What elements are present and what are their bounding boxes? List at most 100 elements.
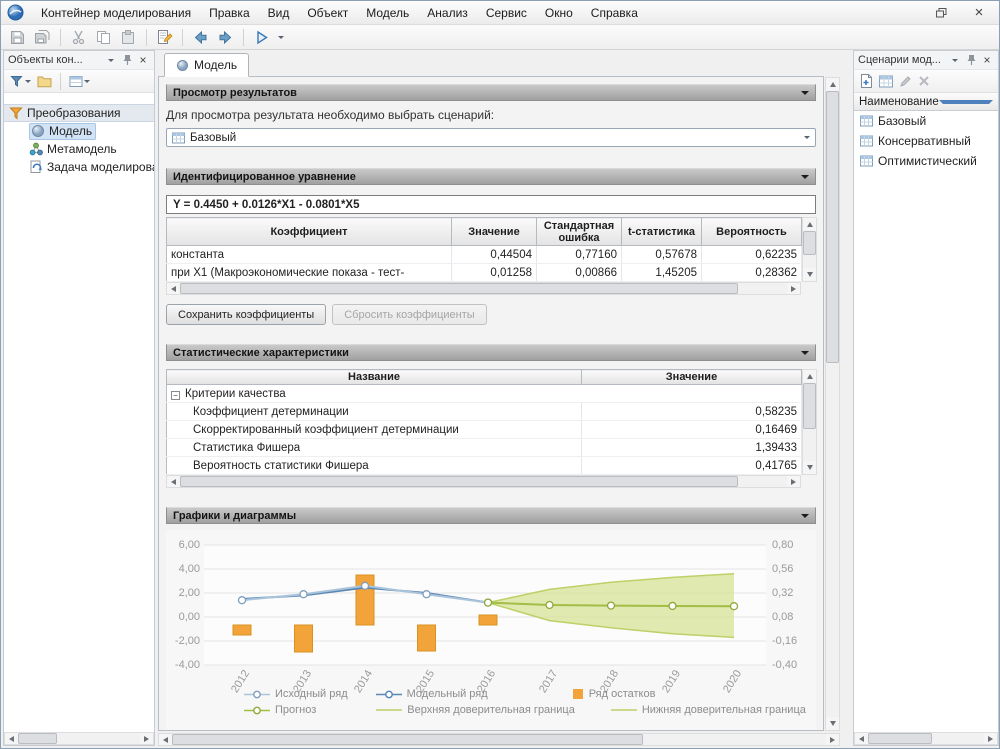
equation-table-vscrollbar[interactable]	[802, 217, 817, 282]
folder-button[interactable]	[35, 72, 54, 91]
scroll-down-button[interactable]	[803, 461, 816, 474]
back-button[interactable]	[189, 27, 212, 48]
arrow-right-icon	[791, 286, 796, 292]
section-header-equation[interactable]: Идентифицированное уравнение	[166, 168, 816, 185]
main-hscrollbar[interactable]	[158, 733, 840, 746]
section-header-charts[interactable]: Графики и диаграммы	[166, 507, 816, 524]
section-header-results[interactable]: Просмотр результатов	[166, 84, 816, 101]
table-row[interactable]: при X1 (Макроэкономические показа - тест…	[167, 264, 802, 282]
menu-window[interactable]: Окно	[536, 3, 582, 23]
panel-menu-button[interactable]	[104, 53, 118, 67]
menu-analysis[interactable]: Анализ	[418, 3, 477, 23]
scroll-thumb[interactable]	[180, 476, 738, 487]
scenario-item-base[interactable]: Базовый	[854, 111, 998, 131]
run-dropdown-button[interactable]	[275, 27, 287, 48]
scroll-right-button[interactable]	[787, 476, 800, 487]
filter-button[interactable]	[8, 72, 33, 91]
table-row[interactable]: константа 0,44504 0,77160 0,57678 0,6223…	[167, 246, 802, 264]
scroll-track[interactable]	[868, 733, 984, 744]
scroll-thumb[interactable]	[803, 383, 816, 429]
scroll-track[interactable]	[826, 91, 839, 717]
new-scenario-button[interactable]	[858, 72, 875, 91]
menu-help[interactable]: Справка	[582, 3, 647, 23]
table-row[interactable]: Статистика Фишера 1,39433	[167, 439, 802, 457]
scroll-up-button[interactable]	[803, 370, 816, 383]
scroll-track[interactable]	[18, 733, 140, 744]
collapse-expander-icon[interactable]: −	[171, 391, 180, 400]
tree-node-modeling-task[interactable]: Задача моделирования	[4, 158, 154, 176]
scroll-thumb[interactable]	[172, 734, 643, 745]
tree-node-metamodel[interactable]: Метамодель	[4, 140, 154, 158]
main-vscrollbar[interactable]	[825, 77, 840, 731]
scroll-left-button[interactable]	[5, 733, 18, 744]
cut-button[interactable]	[67, 27, 90, 48]
menu-edit[interactable]: Правка	[200, 3, 259, 23]
scroll-thumb[interactable]	[826, 91, 839, 363]
panel-close-button[interactable]: ×	[980, 53, 994, 67]
right-panel-hscrollbar[interactable]	[854, 732, 998, 745]
menu-service[interactable]: Сервис	[477, 3, 536, 23]
panel-close-button[interactable]: ×	[136, 53, 150, 67]
delete-scenario-button[interactable]	[916, 72, 932, 91]
reset-coefficients-button[interactable]: Сбросить коэффициенты	[332, 304, 486, 325]
scenario-item-optimistic[interactable]: Оптимистический	[854, 151, 998, 171]
save-all-button[interactable]	[31, 27, 54, 48]
scenario-select[interactable]: Базовый	[166, 128, 816, 147]
run-button[interactable]	[250, 27, 273, 48]
scroll-down-button[interactable]	[826, 717, 839, 730]
scroll-left-button[interactable]	[167, 283, 180, 294]
scroll-track[interactable]	[180, 283, 787, 294]
scroll-up-button[interactable]	[803, 218, 816, 231]
paste-button[interactable]	[117, 27, 140, 48]
section-header-stats[interactable]: Статистические характеристики	[166, 344, 816, 361]
group-row[interactable]: −Критерии качества	[167, 385, 802, 403]
scroll-thumb[interactable]	[18, 733, 57, 744]
panel-menu-button[interactable]	[948, 53, 962, 67]
scroll-right-button[interactable]	[140, 733, 153, 744]
scroll-thumb[interactable]	[868, 733, 932, 744]
menu-container[interactable]: Контейнер моделирования	[32, 3, 200, 23]
left-panel-hscrollbar[interactable]	[4, 732, 154, 745]
arrow-right-icon	[830, 737, 835, 743]
table-row[interactable]: Вероятность статистики Фишера 0,41765	[167, 457, 802, 475]
scenario-column-header[interactable]: Наименование	[854, 93, 998, 111]
restore-button[interactable]	[931, 4, 951, 21]
pin-button[interactable]	[964, 53, 978, 67]
scroll-right-button[interactable]	[984, 733, 997, 744]
table-row[interactable]: Скорректированный коэффициент детерминац…	[167, 421, 802, 439]
scroll-down-button[interactable]	[803, 268, 816, 281]
scroll-thumb[interactable]	[803, 231, 816, 255]
scenario-list-button[interactable]	[877, 72, 895, 91]
properties-button[interactable]	[153, 27, 176, 48]
table-row[interactable]: Коэффициент детерминации 0,58235	[167, 403, 802, 421]
menu-view[interactable]: Вид	[259, 3, 299, 23]
tree-node-transformations[interactable]: Преобразования	[4, 104, 154, 122]
scroll-track[interactable]	[803, 231, 816, 268]
save-coefficients-button[interactable]: Сохранить коэффициенты	[166, 304, 326, 325]
scroll-track[interactable]	[172, 734, 826, 745]
scroll-left-button[interactable]	[855, 733, 868, 744]
scroll-right-button[interactable]	[787, 283, 800, 294]
pin-button[interactable]	[120, 53, 134, 67]
scroll-left-button[interactable]	[159, 734, 172, 745]
tree-node-model[interactable]: Модель	[4, 122, 154, 140]
stats-table-hscrollbar[interactable]	[166, 475, 801, 488]
scenario-item-conservative[interactable]: Консервативный	[854, 131, 998, 151]
scroll-track[interactable]	[803, 383, 816, 461]
copy-button[interactable]	[92, 27, 115, 48]
equation-table-hscrollbar[interactable]	[166, 282, 801, 295]
edit-scenario-button[interactable]	[897, 72, 914, 91]
scroll-track[interactable]	[180, 476, 787, 487]
stats-table-vscrollbar[interactable]	[802, 369, 817, 475]
scroll-left-button[interactable]	[167, 476, 180, 487]
tab-model[interactable]: Модель	[164, 53, 249, 77]
menu-model[interactable]: Модель	[357, 3, 418, 23]
forward-button[interactable]	[214, 27, 237, 48]
close-button[interactable]: ×	[969, 4, 989, 21]
view-mode-button[interactable]	[67, 72, 92, 91]
scroll-thumb[interactable]	[180, 283, 738, 294]
menu-object[interactable]: Объект	[298, 3, 357, 23]
save-button[interactable]	[6, 27, 29, 48]
scroll-right-button[interactable]	[826, 734, 839, 745]
scroll-up-button[interactable]	[826, 78, 839, 91]
